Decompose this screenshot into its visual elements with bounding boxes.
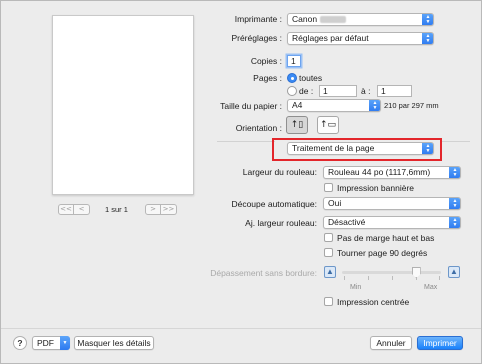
separator-left xyxy=(217,141,275,142)
portrait-button[interactable]: ↑▯ xyxy=(286,116,308,134)
pages-to-input[interactable]: 1 xyxy=(377,85,412,97)
extension-slider-knob[interactable] xyxy=(411,267,421,278)
fit-roll-width-select[interactable]: Désactivé ▲ ▼ xyxy=(323,216,461,229)
pdf-label: PDF xyxy=(37,338,54,348)
landscape-button[interactable]: ↑▭ xyxy=(317,116,339,134)
no-margin-checkbox[interactable] xyxy=(324,233,333,242)
pages-label: Pages : xyxy=(253,73,282,83)
cancel-button[interactable]: Annuler xyxy=(370,336,412,350)
rotate-90-label: Tourner page 90 degrés xyxy=(337,248,428,258)
last-page-button[interactable]: >> xyxy=(161,204,177,215)
fit-roll-width-label: Aj. largeur rouleau: xyxy=(245,218,317,228)
borderless-extension-label: Dépassement sans bordure: xyxy=(210,268,317,278)
orientation-label: Orientation : xyxy=(235,123,282,133)
select-arrows-icon: ▲ ▼ xyxy=(422,14,433,25)
select-arrows-icon: ▲ ▼ xyxy=(449,217,460,228)
slider-max-label: Max xyxy=(424,284,438,291)
slider-tick xyxy=(392,276,393,280)
presets-label: Préréglages : xyxy=(231,33,282,43)
no-margin-label: Pas de marge haut et bas xyxy=(337,233,435,243)
next-page-button[interactable]: > xyxy=(145,204,161,215)
roll-width-value: Rouleau 44 po (1117,6mm) xyxy=(328,167,431,177)
printer-select[interactable]: Canon ▲ ▼ xyxy=(287,13,434,26)
paper-size-label: Taille du papier : xyxy=(220,101,282,111)
help-button[interactable]: ? xyxy=(13,336,27,350)
pdf-dropdown-icon: ▼ xyxy=(60,336,70,350)
printer-label: Imprimante : xyxy=(234,14,282,24)
pager-left: << < xyxy=(58,204,90,216)
first-page-button[interactable]: << xyxy=(58,204,74,215)
separator-right xyxy=(442,141,470,142)
auto-cut-label: Découpe automatique: xyxy=(231,199,317,209)
banner-print-label: Impression bannière xyxy=(337,183,415,193)
center-print-checkbox[interactable] xyxy=(324,297,333,306)
center-print-label: Impression centrée xyxy=(337,297,410,307)
max-extension-icon: ▲ xyxy=(448,266,460,278)
pages-all-radio[interactable] xyxy=(287,73,297,83)
auto-cut-value: Oui xyxy=(328,198,342,208)
page-preview xyxy=(52,15,194,195)
hide-details-button[interactable]: Masquer les détails xyxy=(74,336,154,350)
select-arrows-icon: ▲ ▼ xyxy=(449,198,460,209)
slider-tick xyxy=(344,276,345,280)
printer-value: Canon xyxy=(292,14,318,24)
pages-from-label: de : xyxy=(299,86,314,96)
select-arrows-icon: ▲ ▼ xyxy=(422,33,433,44)
paper-size-select[interactable]: A4 ▲ ▼ xyxy=(287,99,381,112)
fit-roll-width-value: Désactivé xyxy=(328,217,366,227)
print-dialog: << < 1 sur 1 > >> Imprimante : Canon ▲ ▼ … xyxy=(0,0,482,364)
rotate-90-checkbox[interactable] xyxy=(324,248,333,257)
section-highlight-box xyxy=(272,138,442,161)
pages-range-radio[interactable] xyxy=(287,86,297,96)
footer-separator xyxy=(1,328,481,329)
printer-model-redacted xyxy=(320,16,347,24)
pages-from-input[interactable]: 1 xyxy=(319,85,357,97)
previous-page-button[interactable]: < xyxy=(74,204,90,215)
landscape-orientation-icon: ↑▭ xyxy=(319,120,337,130)
min-extension-icon: ▲ xyxy=(324,266,336,278)
slider-tick xyxy=(368,276,369,280)
pages-all-label: toutes xyxy=(299,73,323,83)
copies-label: Copies : xyxy=(250,56,282,66)
presets-select[interactable]: Réglages par défaut ▲ ▼ xyxy=(287,32,434,45)
pager-right: > >> xyxy=(145,204,177,216)
auto-cut-select[interactable]: Oui ▲ ▼ xyxy=(323,197,461,210)
pages-to-label: à : xyxy=(361,86,371,96)
roll-width-select[interactable]: Rouleau 44 po (1117,6mm) ▲ ▼ xyxy=(323,166,461,179)
slider-tick xyxy=(439,276,440,280)
select-arrows-icon: ▲ ▼ xyxy=(449,167,460,178)
paper-size-value: A4 xyxy=(292,100,303,110)
paper-dimensions: 210 par 297 mm xyxy=(384,101,439,110)
roll-width-label: Largeur du rouleau: xyxy=(242,167,317,177)
pdf-menu-button[interactable]: PDF ▼ xyxy=(32,336,70,350)
portrait-orientation-icon: ↑▯ xyxy=(290,120,304,130)
slider-min-label: Min xyxy=(350,284,362,291)
page-indicator: 1 sur 1 xyxy=(105,205,128,214)
print-button[interactable]: Imprimer xyxy=(417,336,463,350)
select-arrows-icon: ▲ ▼ xyxy=(369,100,380,111)
banner-print-checkbox[interactable] xyxy=(324,183,333,192)
presets-value: Réglages par défaut xyxy=(292,33,369,43)
copies-input[interactable]: 1 xyxy=(287,55,301,67)
extension-slider-track[interactable] xyxy=(342,271,441,274)
